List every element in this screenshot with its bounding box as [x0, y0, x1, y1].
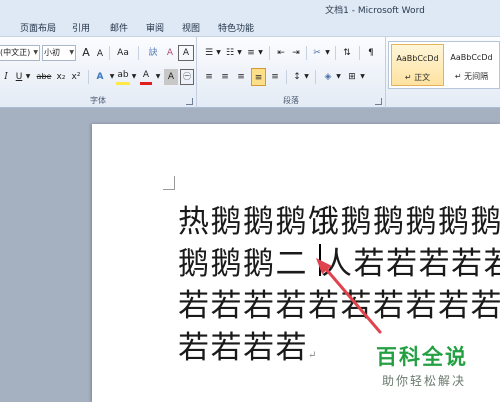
enclose-char-button[interactable]: ㊀: [180, 69, 194, 85]
separator: [359, 46, 360, 60]
separator: [109, 46, 110, 60]
style-sample: AaBbCcDd: [396, 54, 439, 63]
show-formatting-icon[interactable]: ¶: [364, 45, 378, 61]
margin-corner-mark: [163, 176, 175, 190]
separator: [269, 46, 270, 60]
font-group-label: 字体: [90, 96, 106, 105]
styles-gallery: AaBbCcDd ↵ 正文 AaBbCcDd ↵ 无间隔: [388, 41, 500, 89]
text-line-4[interactable]: 若若若若↵: [178, 322, 318, 367]
align-center-icon[interactable]: ≡: [219, 69, 231, 85]
font-name-combo[interactable]: (中文正) ▼: [0, 45, 40, 61]
separator: [286, 70, 287, 84]
style-name: ↵ 正文: [404, 73, 431, 82]
grow-font-button[interactable]: A: [80, 45, 92, 61]
window-title: 文档1 - Microsoft Word: [325, 6, 425, 16]
clear-format-button[interactable]: A: [162, 45, 178, 61]
separator: [138, 46, 139, 60]
chevron-down-icon[interactable]: ▼: [108, 69, 116, 85]
superscript-button[interactable]: x²: [70, 69, 82, 85]
numbering-icon[interactable]: ☷: [224, 45, 236, 61]
chevron-down-icon[interactable]: ▼: [130, 69, 138, 85]
title-bar: 文档1 - Microsoft Word: [0, 0, 500, 17]
tab-review[interactable]: 审阅: [146, 21, 164, 34]
separator: [315, 70, 316, 84]
distributed-icon[interactable]: ≡: [269, 69, 281, 85]
ribbon: (中文正) ▼ 小初 ▼ A A Aa 訣 A A I U ▼ abe x₂ x…: [0, 36, 500, 108]
align-left-icon[interactable]: ≡: [203, 69, 215, 85]
tab-special-features[interactable]: 特色功能: [218, 21, 254, 34]
font-size-value: 小初: [44, 48, 60, 57]
paragraph-group-label: 段落: [283, 96, 299, 105]
chevron-down-icon: ▼: [69, 49, 74, 56]
align-right-icon[interactable]: ≡: [235, 69, 247, 85]
style-no-spacing[interactable]: AaBbCcDd ↵ 无间隔: [445, 44, 498, 86]
font-size-combo[interactable]: 小初 ▼: [42, 45, 76, 61]
char-shading-button[interactable]: A: [164, 69, 178, 85]
font-group: (中文正) ▼ 小初 ▼ A A Aa 訣 A A I U ▼ abe x₂ x…: [0, 37, 197, 108]
tab-references[interactable]: 引用: [72, 21, 90, 34]
sort-icon[interactable]: ⇅: [340, 45, 354, 61]
shading-icon[interactable]: ◈: [321, 69, 335, 85]
text-line-1[interactable]: 热鹅鹅鹅饿鹅鹅鹅鹅鹅: [178, 196, 500, 241]
text-effect-button[interactable]: A: [94, 69, 106, 85]
annotation-arrow-icon: [316, 258, 382, 334]
chevron-down-icon[interactable]: ▼: [359, 69, 366, 85]
char-border-button[interactable]: A: [178, 45, 194, 61]
separator: [88, 70, 89, 84]
tab-page-layout[interactable]: 页面布局: [20, 21, 56, 34]
font-color-button[interactable]: A: [140, 69, 152, 85]
style-name: ↵ 无间隔: [454, 72, 489, 81]
increase-indent-icon[interactable]: ⇥: [290, 45, 302, 61]
style-normal[interactable]: AaBbCcDd ↵ 正文: [391, 44, 444, 86]
strikethrough-button[interactable]: abe: [34, 69, 54, 85]
chevron-down-icon[interactable]: ▼: [335, 69, 342, 85]
subscript-button[interactable]: x₂: [55, 69, 67, 85]
chevron-down-icon[interactable]: ▼: [24, 69, 32, 85]
multilevel-list-icon[interactable]: ≡: [245, 45, 257, 61]
phonetic-guide-icon[interactable]: 訣: [145, 45, 161, 61]
italic-button[interactable]: I: [2, 69, 10, 85]
chevron-down-icon[interactable]: ▼: [303, 69, 310, 85]
chevron-down-icon[interactable]: ▼: [215, 45, 222, 61]
separator: [306, 46, 307, 60]
chevron-down-icon[interactable]: ▼: [154, 69, 162, 85]
paragraph-group: ☰ ▼ ☷ ▼ ≡ ▼ ⇤ ⇥ ✂ ▼ ⇅ ¶ ≡ ≡ ≡ ≡ ≡ ↕ ▼ ◈ …: [197, 37, 386, 108]
text-line-4-content: 若若若若: [178, 330, 308, 366]
tab-mailings[interactable]: 邮件: [110, 21, 128, 34]
paragraph-mark: ↵: [308, 350, 318, 361]
style-sample: AaBbCcDd: [450, 53, 493, 62]
line-spacing-icon[interactable]: ↕: [291, 69, 303, 85]
shrink-font-button[interactable]: A: [95, 46, 105, 62]
watermark-title: 百科全说: [376, 345, 468, 369]
borders-icon[interactable]: ⊞: [345, 69, 359, 85]
text-line-2[interactable]: 鹅鹅鹅二: [178, 238, 308, 283]
font-name-value: (中文正): [0, 48, 31, 57]
underline-button[interactable]: U: [14, 69, 24, 85]
dialog-launcher-icon[interactable]: [186, 98, 193, 105]
decrease-indent-icon[interactable]: ⇤: [275, 45, 287, 61]
ribbon-tabs: 页面布局 引用 邮件 审阅 视图 特色功能: [0, 17, 500, 36]
highlight-button[interactable]: ab: [116, 69, 130, 85]
chevron-down-icon[interactable]: ▼: [236, 45, 243, 61]
tab-view[interactable]: 视图: [182, 21, 200, 34]
dialog-launcher-icon[interactable]: [375, 98, 382, 105]
chinese-layout-icon[interactable]: ✂: [310, 45, 324, 61]
watermark-subtitle: 助你轻松解决: [382, 374, 467, 388]
separator: [335, 46, 336, 60]
chevron-down-icon: ▼: [33, 49, 38, 56]
change-case-button[interactable]: Aa: [113, 45, 133, 61]
chevron-down-icon[interactable]: ▼: [257, 45, 264, 61]
chevron-down-icon[interactable]: ▼: [324, 45, 331, 61]
bullets-icon[interactable]: ☰: [203, 45, 215, 61]
justify-icon[interactable]: ≡: [251, 68, 266, 86]
